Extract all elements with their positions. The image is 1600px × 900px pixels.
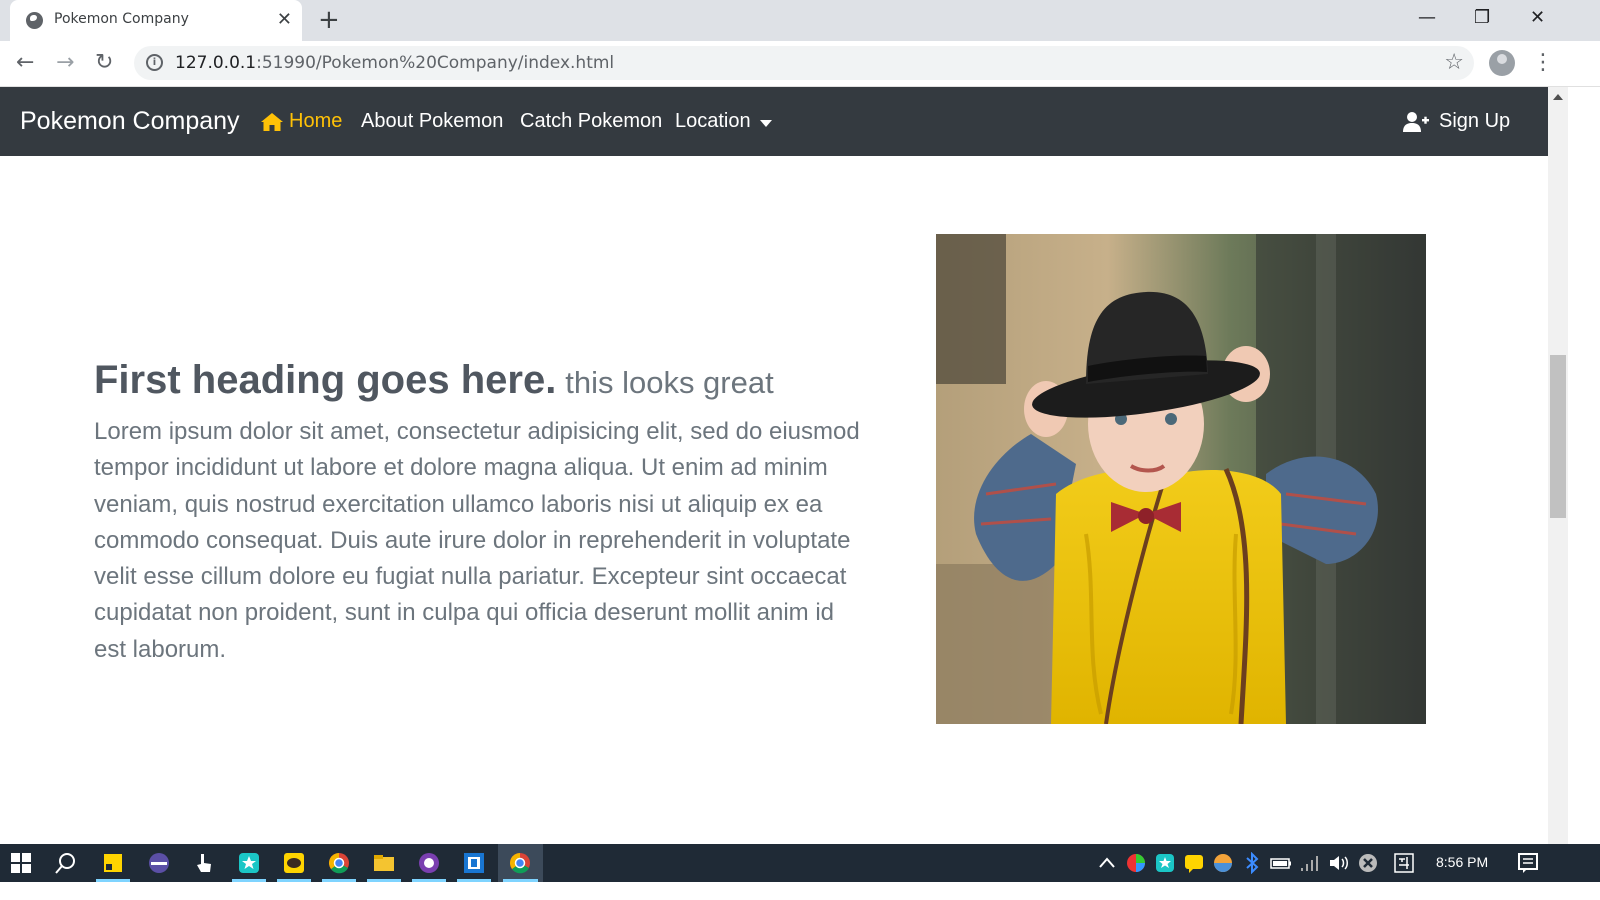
chevron-down-icon <box>760 120 772 127</box>
new-tab-button[interactable]: + <box>318 6 340 34</box>
sign-up-link[interactable]: Sign Up <box>1439 110 1510 133</box>
media-app-icon[interactable] <box>418 852 440 874</box>
nav-location-dropdown[interactable]: Location <box>675 110 751 133</box>
site-navbar: Pokemon Company Home About Pokemon Catch… <box>0 87 1548 156</box>
editor-app-icon[interactable] <box>463 852 485 874</box>
minimize-button[interactable]: — <box>1418 6 1436 30</box>
tab-close-icon[interactable]: ✕ <box>277 9 292 31</box>
tray-chevron-up-icon[interactable] <box>1096 852 1118 874</box>
sticky-notes-icon[interactable] <box>102 852 124 874</box>
windows-start-icon[interactable] <box>10 852 32 874</box>
browser-tab-strip: Pokemon Company ✕ + — ❐ ✕ <box>0 0 1600 41</box>
scrollbar-thumb[interactable] <box>1550 355 1566 518</box>
address-bar[interactable]: i 127.0.0.1:51990/Pokemon%20Company/inde… <box>134 46 1474 80</box>
lead-paragraph: Lorem ipsum dolor sit amet, consectetur … <box>94 418 860 663</box>
url-text[interactable]: 127.0.0.1:51990/Pokemon%20Company/index.… <box>175 53 614 73</box>
nav-catch-pokemon[interactable]: Catch Pokemon <box>520 110 662 133</box>
maximize-button[interactable]: ❐ <box>1474 6 1490 30</box>
globe-icon <box>26 12 43 29</box>
wifi-icon[interactable] <box>1299 852 1321 874</box>
bookmark-star-icon[interactable]: ☆ <box>1444 50 1464 75</box>
browser-menu-icon[interactable]: ⋮ <box>1532 49 1554 77</box>
heading-main: First heading goes here. <box>94 358 557 402</box>
user-plus-icon <box>1403 112 1429 132</box>
pointer-hand-icon[interactable] <box>193 852 215 874</box>
cloud-tray-icon[interactable] <box>1212 852 1234 874</box>
heading-muted: this looks great <box>565 365 774 400</box>
boy-with-hat-photo <box>936 234 1426 724</box>
page-scrollbar[interactable] <box>1548 87 1568 844</box>
battery-icon[interactable] <box>1270 852 1292 874</box>
chrome-icon[interactable] <box>328 852 350 874</box>
search-icon[interactable] <box>55 852 77 874</box>
window-close-button[interactable]: ✕ <box>1530 6 1545 30</box>
navbar-brand[interactable]: Pokemon Company <box>20 107 240 136</box>
star-app-icon[interactable] <box>238 852 260 874</box>
star-tray-icon[interactable] <box>1154 852 1176 874</box>
app-icon[interactable] <box>148 852 170 874</box>
url-path: :51990/Pokemon%20Company/index.html <box>256 53 615 73</box>
section-heading: First heading goes here. this looks grea… <box>94 358 774 403</box>
blocked-tray-icon[interactable] <box>1357 852 1379 874</box>
screen-bottom-strip <box>0 882 1600 900</box>
notification-center-icon[interactable] <box>1517 852 1539 874</box>
color-app-tray-icon[interactable] <box>1125 852 1147 874</box>
reload-button[interactable]: ↻ <box>95 49 113 77</box>
nav-home[interactable]: Home <box>289 110 342 133</box>
url-host: 127.0.0.1 <box>175 53 257 73</box>
volume-icon[interactable] <box>1328 852 1350 874</box>
info-icon[interactable]: i <box>146 54 163 71</box>
chrome-active-icon <box>510 853 530 874</box>
profile-avatar[interactable] <box>1489 50 1515 76</box>
nav-about-pokemon[interactable]: About Pokemon <box>361 110 503 133</box>
scroll-up-arrow-icon[interactable] <box>1553 94 1563 100</box>
browser-toolbar: ← → ↻ i 127.0.0.1:51990/Pokemon%20Compan… <box>0 41 1600 87</box>
file-explorer-icon[interactable] <box>373 852 395 874</box>
active-taskbar-button[interactable] <box>498 844 543 882</box>
taskbar-clock[interactable]: 8:56 PM <box>1436 854 1488 870</box>
ime-hangul-icon[interactable] <box>1393 852 1415 874</box>
tab-title: Pokemon Company <box>54 11 189 27</box>
windows-taskbar: 8:56 PM <box>0 844 1600 882</box>
back-button[interactable]: ← <box>16 49 34 77</box>
forward-button[interactable]: → <box>56 49 74 77</box>
chat-tray-icon[interactable] <box>1183 852 1205 874</box>
home-icon <box>261 113 283 131</box>
kakaotalk-icon[interactable] <box>283 852 305 874</box>
bluetooth-icon[interactable] <box>1241 852 1263 874</box>
browser-tab[interactable]: Pokemon Company ✕ <box>10 0 302 41</box>
